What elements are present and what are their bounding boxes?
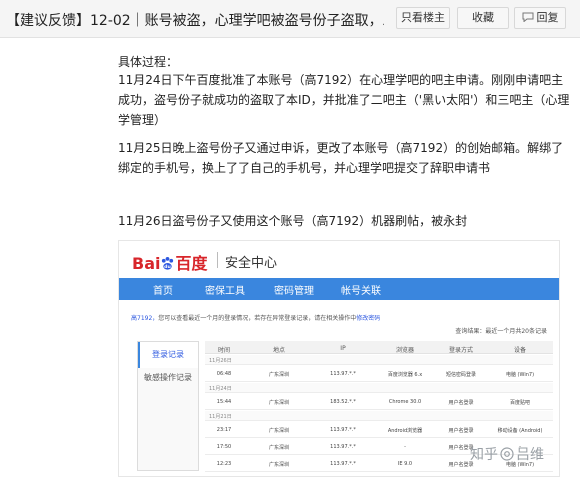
- post-paragraph: 11月25日晚上盗号份子又通过申诉，更改了本账号（高7192）的创始邮箱。解绑了…: [118, 141, 564, 175]
- only-op-button[interactable]: 只看楼主: [396, 7, 450, 29]
- baidu-header: Bai du 百度 安全中心: [119, 241, 559, 277]
- table-header: 时间 地点 IP 浏览器 登录方式 设备: [205, 341, 553, 354]
- header-divider: [217, 252, 218, 268]
- thread-header: 【建议反馈】12-02｜账号被盗，心理学吧被盗号份子盗取，发... 只看楼主 收…: [0, 0, 580, 38]
- post-paragraph: 11月24日下午百度批准了本账号（高7192）在心理学吧的吧主申请。刚刚申请吧主…: [118, 73, 570, 127]
- col-ip: IP: [340, 345, 346, 352]
- nav-account-link[interactable]: 帐号关联: [341, 282, 381, 297]
- reply-icon: [522, 12, 533, 22]
- record-sidebar: 登录记录 敏感操作记录: [137, 341, 199, 471]
- post-paragraph: 具体过程：: [118, 55, 179, 69]
- baidu-logo: Bai du 百度: [132, 254, 208, 273]
- col-browser: 浏览器: [395, 347, 414, 354]
- post-paragraph: 11月26日盗号份子又使用这个账号（高7192）机器刷帖，被永封: [118, 214, 468, 228]
- table-row: 23:17 广东深圳 113.97.*.* Android浏览器 用户名登录 移…: [205, 422, 553, 438]
- col-time: 时间: [217, 347, 230, 354]
- security-center-title: 安全中心: [225, 256, 278, 271]
- nav-home[interactable]: 首页: [153, 282, 173, 297]
- col-login-method: 登录方式: [448, 347, 473, 354]
- embedded-screenshot: Bai du 百度 安全中心 首页 密保工具 密码管理 帐号关联 高7192，您…: [118, 240, 560, 477]
- reply-label: 回复: [536, 11, 559, 24]
- zhihu-watermark: 知乎 吕维: [470, 447, 544, 463]
- table-row: 06:48 广东深圳 113.97.*.* 百度浏览器 6.x 短信密码登录 电…: [205, 366, 553, 382]
- date-row: 11月24日: [205, 383, 553, 393]
- col-location: 地点: [272, 347, 285, 354]
- nav-password-management[interactable]: 密码管理: [274, 282, 314, 297]
- change-password-link[interactable]: 修改密码: [356, 315, 380, 322]
- nav-security-tools[interactable]: 密保工具: [205, 282, 245, 297]
- date-row: 11月21日: [205, 411, 553, 421]
- login-notice: 高7192，您可以查看最近一个月的登录情况，若存在异常登录记录，请在相关操作中修…: [131, 315, 381, 322]
- thread-title: 【建议反馈】12-02｜账号被盗，心理学吧被盗号份子盗取，发...: [6, 13, 384, 29]
- at-icon: [500, 447, 514, 461]
- reply-button[interactable]: 回复: [514, 7, 566, 29]
- table-row: 15:44 广东深圳 183.52.*.* Chrome 30.0 用户名登录 …: [205, 394, 553, 410]
- baidu-paw-icon: du: [162, 256, 174, 270]
- col-device: 设备: [513, 347, 526, 354]
- baidu-nav: 首页 密保工具 密码管理 帐号关联: [119, 278, 559, 300]
- tab-login-records[interactable]: 登录记录: [138, 342, 198, 368]
- query-result: 查询结果：最近一个月共20条记录: [455, 328, 547, 335]
- date-row: 11月26日: [205, 355, 553, 365]
- favorite-button[interactable]: 收藏: [457, 7, 509, 29]
- svg-text:du: du: [165, 264, 172, 270]
- tab-sensitive-records[interactable]: 敏感操作记录: [138, 372, 198, 383]
